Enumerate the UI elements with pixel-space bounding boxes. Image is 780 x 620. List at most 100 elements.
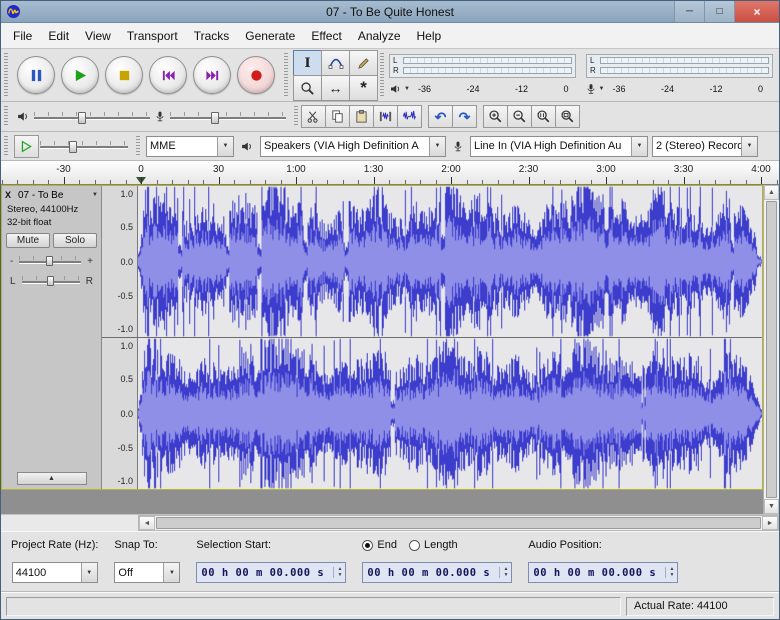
zoom-in-button[interactable] bbox=[483, 105, 508, 128]
end-radio[interactable]: End bbox=[362, 539, 397, 551]
spinner[interactable]: ▲ ▼ bbox=[333, 567, 342, 578]
menu-item-generate[interactable]: Generate bbox=[237, 25, 303, 47]
timeshift-tool-button[interactable]: ↔ bbox=[321, 75, 350, 101]
meter-toolbar-grip[interactable] bbox=[380, 53, 384, 97]
waveform-channel-right[interactable] bbox=[138, 338, 762, 489]
track-close-button[interactable]: X bbox=[5, 190, 15, 200]
scroll-up-button[interactable]: ▲ bbox=[764, 185, 779, 200]
slider-thumb[interactable] bbox=[77, 111, 86, 124]
project-rate-combo[interactable]: 44100 ▼ bbox=[11, 562, 98, 583]
selection-start-field[interactable]: 00 h 00 m 00.000 s ▲ ▼ bbox=[196, 562, 347, 583]
play-button[interactable] bbox=[61, 56, 99, 94]
pan-slider[interactable] bbox=[20, 274, 82, 288]
ruler-tick bbox=[156, 180, 158, 184]
play-at-speed-button[interactable] bbox=[14, 134, 39, 158]
vertical-scrollbar[interactable]: ▲ ▼ bbox=[763, 185, 779, 514]
mixer-toolbar-grip[interactable] bbox=[4, 106, 8, 127]
transport-toolbar-grip[interactable] bbox=[4, 53, 8, 97]
zoom-tool-button[interactable] bbox=[293, 75, 322, 101]
spin-down-icon[interactable]: ▼ bbox=[503, 573, 508, 578]
cut-button[interactable] bbox=[301, 105, 326, 128]
menu-item-analyze[interactable]: Analyze bbox=[350, 25, 409, 47]
menu-item-view[interactable]: View bbox=[77, 25, 119, 47]
track-title[interactable]: 07 - To Be bbox=[18, 190, 89, 201]
menu-item-help[interactable]: Help bbox=[409, 25, 450, 47]
menu-item-transport[interactable]: Transport bbox=[119, 25, 186, 47]
device-toolbar-grip[interactable] bbox=[136, 136, 140, 156]
scroll-down-button[interactable]: ▼ bbox=[764, 499, 779, 514]
ruler-tick bbox=[683, 177, 685, 184]
mute-button[interactable]: Mute bbox=[6, 233, 50, 248]
rewind-button[interactable] bbox=[149, 56, 187, 94]
slider-thumb[interactable] bbox=[46, 256, 54, 266]
track-collapse-button[interactable]: ▲ bbox=[16, 472, 87, 485]
length-radio[interactable]: Length bbox=[409, 539, 458, 551]
redo-button[interactable]: ↷ bbox=[452, 105, 477, 128]
transcription-toolbar-grip[interactable] bbox=[4, 136, 8, 156]
paste-button[interactable] bbox=[349, 105, 374, 128]
scroll-left-button[interactable]: ◄ bbox=[139, 516, 155, 530]
vruler-label: 0.0 bbox=[120, 256, 133, 267]
silence-button[interactable] bbox=[397, 105, 422, 128]
menu-item-file[interactable]: File bbox=[5, 25, 40, 47]
spinner[interactable]: ▲ ▼ bbox=[499, 567, 508, 578]
output-volume-slider[interactable] bbox=[32, 108, 152, 126]
slider-thumb[interactable] bbox=[69, 141, 78, 153]
track-menu-arrow-icon[interactable]: ▼ bbox=[92, 192, 98, 198]
output-device-combo[interactable]: Speakers (VIA High Definition A ▼ bbox=[260, 135, 446, 157]
track-area[interactable]: X 07 - To Be ▼ Stereo, 44100Hz 32-bit fl… bbox=[1, 185, 779, 514]
input-channels-combo[interactable]: 2 (Stereo) Record ▼ bbox=[652, 135, 758, 157]
spin-down-icon[interactable]: ▼ bbox=[669, 573, 674, 578]
vertical-scroll-thumb[interactable] bbox=[766, 201, 777, 498]
input-device-combo[interactable]: Line In (VIA High Definition Au ▼ bbox=[470, 135, 648, 157]
selection-tool-button[interactable]: I bbox=[293, 50, 322, 76]
edit-toolbar-grip[interactable] bbox=[294, 106, 298, 127]
trim-button[interactable] bbox=[373, 105, 398, 128]
spin-down-icon[interactable]: ▼ bbox=[337, 573, 342, 578]
recording-meter[interactable]: L R bbox=[586, 53, 773, 78]
input-volume-slider[interactable] bbox=[168, 108, 288, 126]
vertical-ruler[interactable]: 1.0 0.5 0.0 -0.5 -1.0 bbox=[102, 186, 138, 337]
playback-meter-dropdown[interactable]: ▼ bbox=[389, 83, 410, 95]
length-radio-circle[interactable] bbox=[409, 539, 420, 551]
host-combo[interactable]: MME ▼ bbox=[146, 135, 234, 157]
stop-button[interactable] bbox=[105, 56, 143, 94]
gain-slider[interactable] bbox=[17, 254, 83, 268]
waveform-channel-left[interactable] bbox=[138, 186, 762, 337]
maximize-button[interactable]: □ bbox=[704, 1, 734, 22]
envelope-tool-button[interactable] bbox=[321, 50, 350, 76]
audio-position-field[interactable]: 00 h 00 m 00.000 s ▲ ▼ bbox=[528, 562, 679, 583]
snap-to-combo[interactable]: Off ▼ bbox=[114, 562, 181, 583]
fit-selection-button[interactable] bbox=[531, 105, 556, 128]
record-button[interactable] bbox=[237, 56, 275, 94]
draw-tool-button[interactable] bbox=[349, 50, 378, 76]
recording-meter-dropdown[interactable]: ▼ bbox=[585, 83, 604, 95]
undo-button[interactable]: ↶ bbox=[428, 105, 453, 128]
menu-item-effect[interactable]: Effect bbox=[303, 25, 349, 47]
playback-speed-slider[interactable] bbox=[38, 137, 130, 155]
selection-end-field[interactable]: 00 h 00 m 00.000 s ▲ ▼ bbox=[362, 562, 513, 583]
close-button[interactable]: × bbox=[734, 1, 779, 22]
copy-button[interactable] bbox=[325, 105, 350, 128]
fit-project-button[interactable] bbox=[555, 105, 580, 128]
menu-item-edit[interactable]: Edit bbox=[40, 25, 77, 47]
minimize-button[interactable]: ─ bbox=[674, 1, 704, 22]
menu-item-tracks[interactable]: Tracks bbox=[186, 25, 238, 47]
slider-thumb[interactable] bbox=[46, 276, 54, 286]
horizontal-scrollbar[interactable]: ◄ ► bbox=[138, 515, 779, 531]
end-radio-circle[interactable] bbox=[362, 539, 374, 551]
multi-tool-button[interactable]: * bbox=[349, 75, 378, 101]
slider-thumb[interactable] bbox=[211, 111, 220, 124]
tools-toolbar-grip[interactable] bbox=[284, 53, 288, 97]
playback-meter[interactable]: L R bbox=[389, 53, 576, 78]
timeline-ruler[interactable]: -30 0 30 1:00 1:30 2:00 2:30 3:00 3:30 4:00 bbox=[1, 161, 779, 185]
vertical-ruler[interactable]: 1.0 0.5 0.0 -0.5 -1.0 bbox=[102, 338, 138, 489]
ruler-tick bbox=[528, 177, 530, 184]
spinner[interactable]: ▲ ▼ bbox=[665, 567, 674, 578]
pause-button[interactable] bbox=[17, 56, 55, 94]
horizontal-scroll-thumb[interactable] bbox=[156, 517, 761, 529]
scroll-right-button[interactable]: ► bbox=[762, 516, 778, 530]
solo-button[interactable]: Solo bbox=[53, 233, 97, 248]
forward-button[interactable] bbox=[193, 56, 231, 94]
zoom-out-button[interactable] bbox=[507, 105, 532, 128]
